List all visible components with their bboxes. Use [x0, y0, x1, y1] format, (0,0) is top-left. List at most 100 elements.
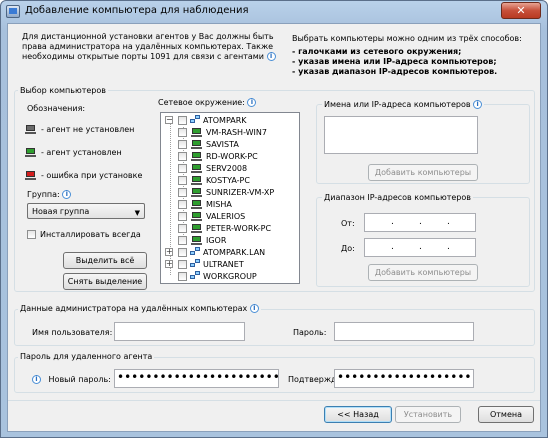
checkbox-box[interactable]	[178, 224, 187, 233]
new-password-input[interactable]: ••••••••••••••••••••••••••••••••	[114, 369, 279, 388]
tree-node-label: RD-WORK-PC	[206, 152, 258, 161]
password-input[interactable]	[334, 322, 474, 341]
range-to-label: До:	[341, 244, 355, 253]
checkbox-box[interactable]	[178, 272, 187, 281]
dialog-body: Для дистанционной установки агентов у Ва…	[7, 23, 541, 432]
expand-icon[interactable]: +	[165, 260, 173, 268]
window-title: Добавление компьютера для наблюдения	[25, 5, 249, 16]
group-dropdown-value: Новая группа	[32, 207, 90, 216]
intro-line: Для дистанционной установки агентов у Ва…	[22, 32, 274, 41]
new-password-label: Новый пароль:	[48, 375, 111, 384]
install-button[interactable]: Установить	[395, 406, 461, 423]
tree-node-label: SERV2008	[206, 164, 248, 173]
legend-not-installed: - агент не установлен	[25, 123, 145, 137]
info-icon[interactable]: i	[62, 190, 72, 199]
admin-group-title: Данные администратора на удалённых компь…	[18, 304, 261, 313]
chevron-down-icon: ▼	[134, 209, 140, 217]
range-from-label: От:	[341, 219, 355, 228]
methods-heading: Выбрать компьютеры можно одним из трёх с…	[292, 34, 522, 43]
checkbox-box[interactable]	[178, 236, 187, 245]
tree-node-label: VALERIOS	[206, 212, 246, 221]
method-item: - указав имена или IP-адреса компьютеров…	[292, 57, 497, 66]
collapse-icon[interactable]: −	[165, 116, 173, 124]
computer-green-icon	[191, 164, 202, 173]
legend-installed: - агент установлен	[25, 146, 145, 160]
computer-green-icon	[191, 152, 202, 161]
info-icon[interactable]: i	[247, 98, 257, 107]
network-tree[interactable]: − ATOMPARK VM-RASH-WIN7 SAVISTA RD-WORK-PC…	[160, 112, 300, 284]
cancel-button[interactable]: Отмена	[478, 406, 534, 423]
legend-label: - агент не установлен	[41, 125, 135, 134]
method-item: - указав диапазон IP-адресов компьютеров…	[292, 67, 498, 76]
tree-node-label: VM-RASH-WIN7	[206, 128, 267, 137]
network-icon	[190, 247, 201, 257]
intro-line: необходимы открытые порты 1091 для связи…	[22, 52, 276, 62]
intro-text: Для дистанционной установки агентов у Ва…	[22, 32, 276, 62]
checkbox-box[interactable]	[178, 152, 187, 161]
checkbox-box[interactable]	[178, 164, 187, 173]
add-range-button[interactable]: Добавить компьютеры	[368, 264, 478, 281]
computer-green-icon	[191, 200, 202, 209]
ip-from-input[interactable]: ...	[364, 213, 476, 232]
group-label-text: Группа:	[27, 190, 60, 199]
admin-group-title-text: Данные администратора на удалённых компь…	[20, 304, 248, 313]
group-label: Группа: i	[27, 190, 72, 199]
close-button[interactable]: ✕	[501, 2, 541, 19]
checkbox-box[interactable]	[178, 248, 187, 257]
install-always-label: Инсталлировать всегда	[40, 230, 141, 239]
info-icon[interactable]: i	[32, 375, 41, 384]
computer-green-icon	[25, 148, 36, 157]
info-icon[interactable]: i	[473, 100, 483, 109]
computer-green-icon	[191, 236, 202, 245]
info-icon[interactable]: i	[266, 52, 276, 61]
computer-green-icon	[191, 224, 202, 233]
legend-error: - ошибка при установке	[25, 169, 155, 183]
checkbox-box[interactable]	[27, 230, 36, 239]
add-computers-button[interactable]: Добавить компьютеры	[368, 164, 478, 181]
method-item: - галочками из сетевого окружения;	[292, 47, 462, 56]
range-group-title-text: Диапазон IP-адресов компьютеров	[324, 193, 471, 202]
tree-node-label: PETER-WORK-PC	[206, 224, 272, 233]
confirm-password-input[interactable]: ••••••••••••••••••••••••••••••••••	[334, 369, 474, 388]
network-icon	[190, 115, 201, 125]
computer-red-icon	[25, 171, 36, 180]
legend-label: - ошибка при установке	[41, 171, 143, 180]
tree-node-label: SUNRIZER-VM-XP	[206, 188, 275, 197]
intro-line: права администратора на удалённых компью…	[22, 42, 274, 51]
expand-icon[interactable]: +	[165, 248, 173, 256]
names-textarea[interactable]	[324, 116, 478, 154]
app-icon	[6, 5, 20, 18]
checkbox-box[interactable]	[178, 128, 187, 137]
select-all-button[interactable]: Выделить всё	[63, 252, 147, 269]
checkbox-box[interactable]	[178, 260, 187, 269]
username-input[interactable]	[114, 322, 245, 341]
checkbox-box[interactable]	[178, 140, 187, 149]
footer-divider	[8, 400, 540, 401]
tree-node-label: ATOMPARK	[203, 116, 247, 125]
tree-node-label: SAVISTA	[206, 140, 239, 149]
network-icon	[190, 271, 201, 281]
ip-to-input[interactable]: ...	[364, 238, 476, 257]
checkbox-box[interactable]	[178, 212, 187, 221]
tree-node-label: KOSTYA-PC	[206, 176, 250, 185]
group-dropdown[interactable]: Новая группа ▼	[27, 203, 145, 219]
intro-line-text: необходимы открытые порты 1091 для связи…	[22, 52, 264, 61]
checkbox-box[interactable]	[178, 176, 187, 185]
back-button[interactable]: << Назад	[324, 406, 392, 423]
checkbox-box[interactable]	[178, 200, 187, 209]
names-group-title: Имена или IP-адреса компьютеров i	[322, 100, 485, 109]
title-bar[interactable]: Добавление компьютера для наблюдения ✕	[1, 1, 547, 23]
names-group-title-text: Имена или IP-адреса компьютеров	[324, 100, 471, 109]
tree-node-label: ATOMPARK.LAN	[203, 248, 266, 257]
select-computers-title: Выбор компьютеров	[18, 86, 108, 95]
tree-node-label: MISHA	[206, 200, 232, 209]
tree-node-label: ULTRANET	[203, 260, 244, 269]
range-group-title: Диапазон IP-адресов компьютеров	[322, 193, 473, 202]
info-icon[interactable]: i	[249, 304, 259, 313]
deselect-button[interactable]: Снять выделение	[63, 273, 147, 290]
agent-password-info: i Новый пароль:	[32, 375, 111, 384]
methods-text: Выбрать компьютеры можно одним из трёх с…	[292, 34, 522, 77]
checkbox-box[interactable]	[178, 116, 187, 125]
checkbox-box[interactable]	[178, 188, 187, 197]
legend-title: Обозначения:	[27, 104, 86, 113]
